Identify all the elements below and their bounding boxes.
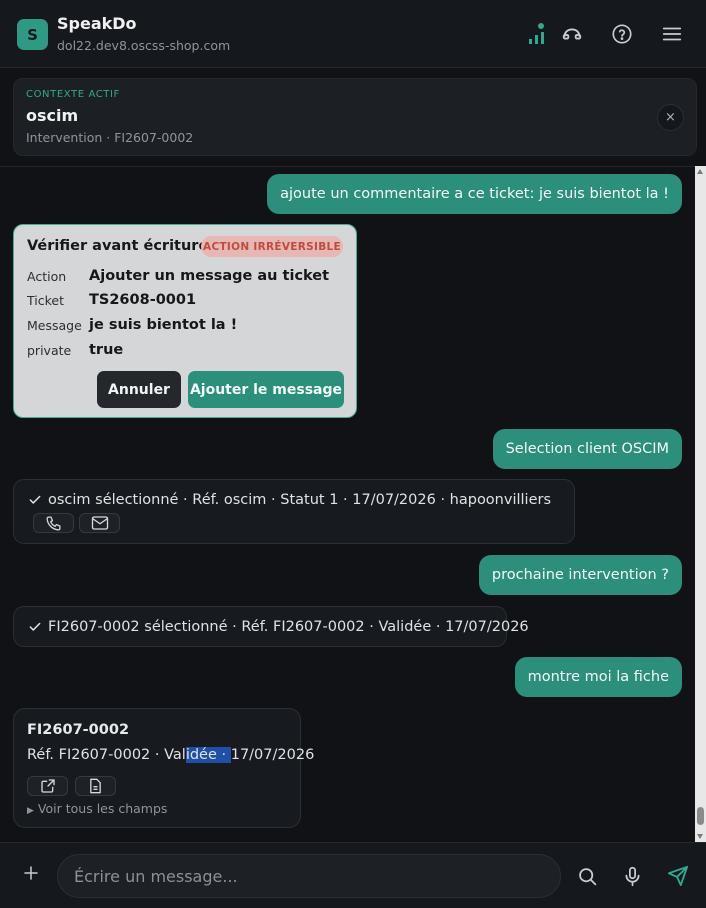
- verify-title: Vérifier avant écriture: [27, 238, 209, 254]
- signal-icon: [523, 20, 551, 48]
- verify-value: Ajouter un message au ticket: [89, 268, 330, 284]
- app-header: S SpeakDo dol22.dev8.oscss-shop.com: [0, 0, 706, 68]
- context-subtitle: Intervention · FI2607-0002: [26, 130, 194, 145]
- microphone-icon[interactable]: [620, 864, 644, 888]
- document-icon: [90, 778, 101, 794]
- scroll-up-arrow-icon[interactable]: [697, 169, 703, 174]
- user-message: Selection client OSCIM: [492, 429, 682, 469]
- verify-value: TS2608-0001: [89, 292, 197, 308]
- user-message: montre moi la fiche: [514, 657, 682, 697]
- irreversible-badge: ACTION IRRÉVERSIBLE: [201, 236, 343, 257]
- help-icon[interactable]: [608, 20, 636, 48]
- app-name: SpeakDo: [57, 14, 137, 33]
- open-document-button[interactable]: [75, 776, 116, 796]
- user-message: ajoute un commentaire a ce ticket: je su…: [267, 174, 682, 214]
- context-kicker: CONTEXTE ACTIF: [26, 89, 120, 100]
- check-icon: [29, 495, 41, 504]
- disclosure-triangle-icon: ▶: [27, 806, 34, 816]
- mail-icon: [91, 516, 108, 530]
- intervention-title: FI2607-0002: [27, 722, 130, 738]
- active-context-card: CONTEXTE ACTIF oscim Intervention · FI26…: [13, 78, 697, 156]
- verify-value: true: [89, 342, 124, 358]
- details-date: 17/07/2026: [230, 747, 315, 763]
- context-name: oscim: [26, 106, 79, 125]
- selected-text: idée ·: [185, 747, 231, 763]
- app-logo: S: [17, 19, 48, 50]
- app-host: dol22.dev8.oscss-shop.com: [57, 38, 231, 53]
- client-selected-text: oscim sélectionné · Réf. oscim · Statut …: [48, 492, 552, 508]
- verify-key: private: [27, 343, 72, 358]
- add-message-button[interactable]: Ajouter le message: [188, 371, 344, 408]
- search-icon[interactable]: [575, 864, 599, 888]
- send-icon[interactable]: [666, 864, 690, 888]
- scroll-thumb[interactable]: [697, 807, 704, 825]
- phone-icon: [46, 515, 61, 531]
- message-composer: [0, 842, 706, 908]
- client-selected-message: oscim sélectionné · Réf. oscim · Statut …: [13, 479, 575, 544]
- verify-before-write-card: Vérifier avant écriture ACTION IRRÉVERSI…: [13, 224, 357, 418]
- verify-key: Action: [27, 269, 67, 284]
- scroll-down-arrow-icon[interactable]: [697, 834, 703, 839]
- headset-icon[interactable]: [558, 20, 586, 48]
- verify-key: Message: [27, 318, 82, 333]
- phone-button[interactable]: [33, 513, 74, 533]
- verify-key: Ticket: [27, 293, 64, 308]
- plus-icon[interactable]: [19, 861, 43, 885]
- check-icon: [29, 622, 41, 631]
- verify-value: je suis bientot la !: [89, 317, 238, 333]
- menu-icon[interactable]: [658, 20, 686, 48]
- details-text: Réf. FI2607-0002 · Val: [27, 747, 186, 763]
- cancel-button[interactable]: Annuler: [97, 371, 181, 408]
- external-link-icon: [40, 779, 55, 793]
- app-root: S SpeakDo dol22.dev8.oscss-shop.com CONT…: [0, 0, 706, 908]
- open-external-button[interactable]: [27, 776, 68, 796]
- close-context-button[interactable]: ×: [657, 104, 684, 131]
- intervention-selected-message: FI2607-0002 sélectionné · Réf. FI2607-00…: [13, 606, 529, 647]
- mail-button[interactable]: [79, 513, 120, 533]
- chat-scrollbar[interactable]: [695, 166, 706, 842]
- message-input[interactable]: [57, 854, 561, 898]
- show-all-fields-toggle[interactable]: ▶ Voir tous les champs: [27, 801, 167, 816]
- user-message: prochaine intervention ?: [478, 555, 682, 595]
- intervention-selected-text: FI2607-0002 sélectionné · Réf. FI2607-00…: [48, 619, 529, 635]
- show-all-fields-label: Voir tous les champs: [37, 801, 168, 816]
- intervention-details: Réf. FI2607-0002 · Validée · 17/07/2026: [27, 747, 314, 763]
- intervention-card: FI2607-0002 Réf. FI2607-0002 · Validée ·…: [13, 708, 314, 828]
